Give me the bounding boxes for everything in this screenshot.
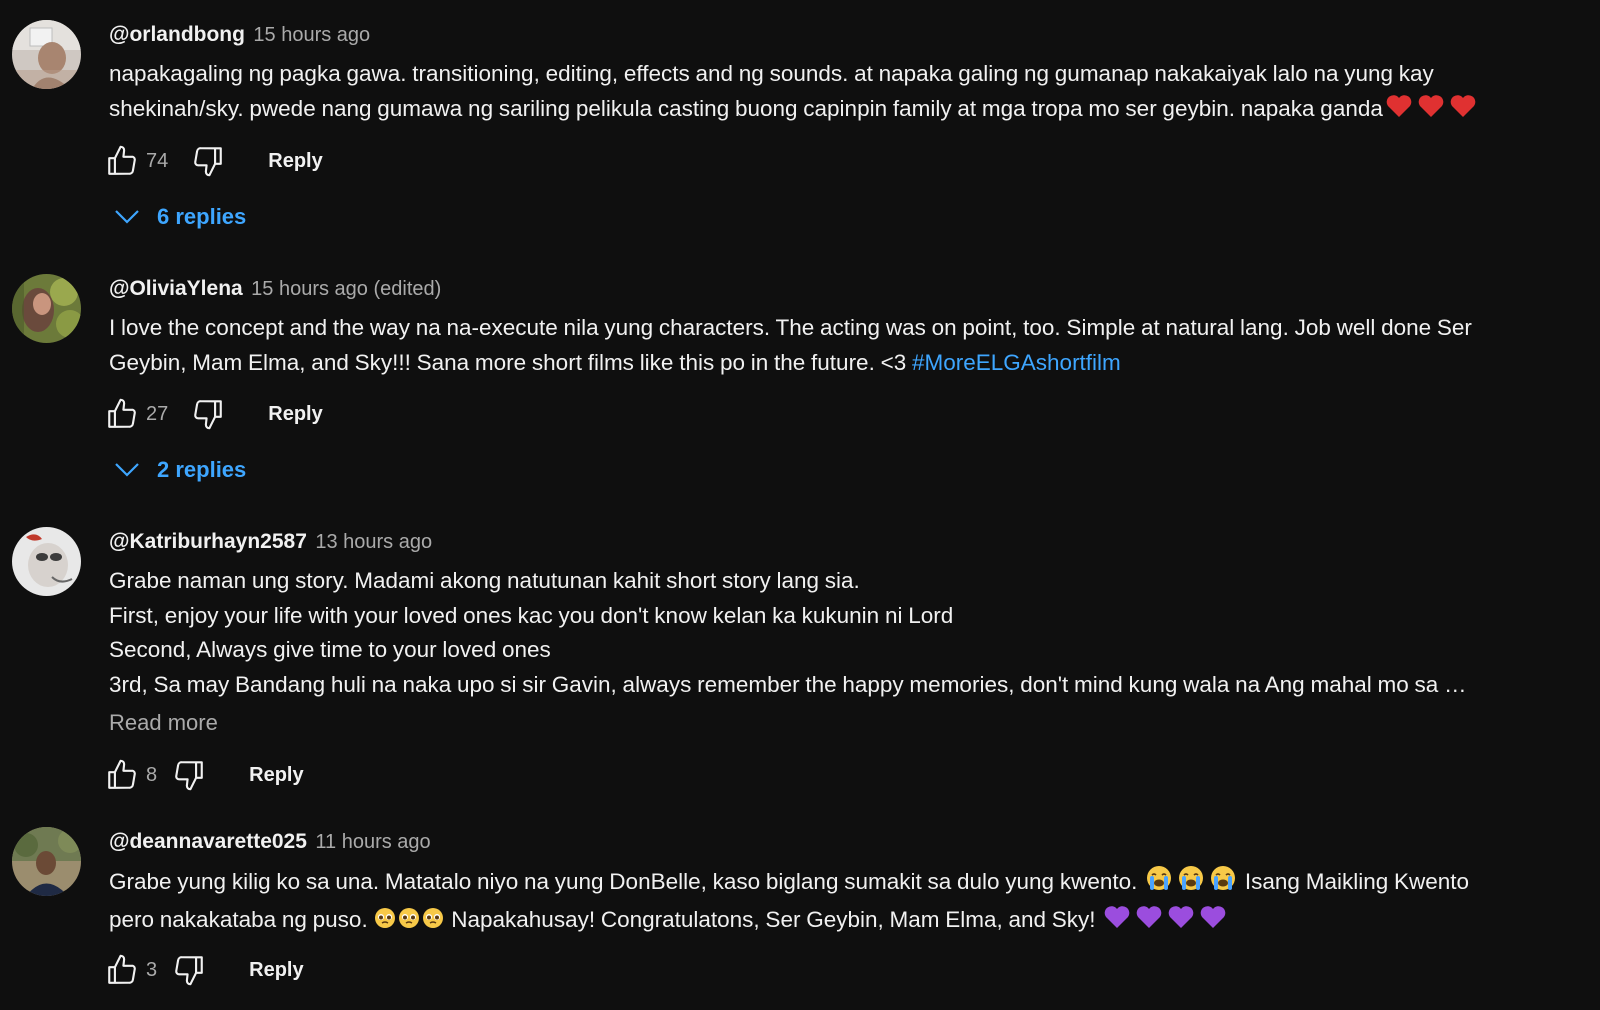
comment-author[interactable]: @deannavarette025 (109, 830, 307, 853)
pleading-face-emoji (373, 906, 397, 941)
comment-text-segment: Napakahusay! Congratulatons, Ser Geybin,… (451, 906, 1096, 932)
comment-timestamp[interactable]: 11 hours ago (315, 831, 430, 853)
pleading-face-emoji (397, 906, 421, 941)
purple-heart-emoji (1167, 904, 1195, 941)
comment-actions: 3 Reply (104, 950, 304, 990)
like-count: 3 (146, 958, 158, 981)
loudly-crying-face-emoji (1209, 864, 1237, 903)
comment-thread: @deannavarette025 11 hours ago Grabe yun… (0, 0, 1600, 1010)
avatar-image (12, 827, 81, 896)
purple-heart-emoji (1199, 904, 1227, 941)
comment-text-segment: Grabe yung kilig ko sa una. Matatalo niy… (109, 869, 1138, 894)
loudly-crying-face-emoji (1145, 864, 1173, 903)
purple-heart-emoji (1135, 904, 1163, 941)
avatar[interactable] (12, 827, 81, 896)
thumbs-up-icon (108, 954, 136, 984)
reply-button[interactable]: Reply (249, 959, 303, 982)
comment-text-segment: Isang Maikling Kwento (1244, 869, 1470, 894)
comment-text-segment: pero nakakataba ng puso. (109, 906, 368, 932)
like-button[interactable] (104, 950, 140, 990)
purple-heart-emoji (1103, 904, 1131, 941)
comment-text: Grabe yung kilig ko sa una. Matatalo niy… (109, 864, 1586, 940)
loudly-crying-face-emoji (1177, 864, 1205, 903)
comment-text-line: Grabe yung kilig ko sa una. Matatalo niy… (109, 864, 1586, 903)
thumbs-down-icon (175, 956, 203, 986)
pleading-face-emoji (421, 906, 445, 941)
comment-text-line: pero nakakataba ng puso. Napakahusay! Co… (109, 903, 1586, 941)
dislike-button[interactable] (171, 950, 207, 990)
